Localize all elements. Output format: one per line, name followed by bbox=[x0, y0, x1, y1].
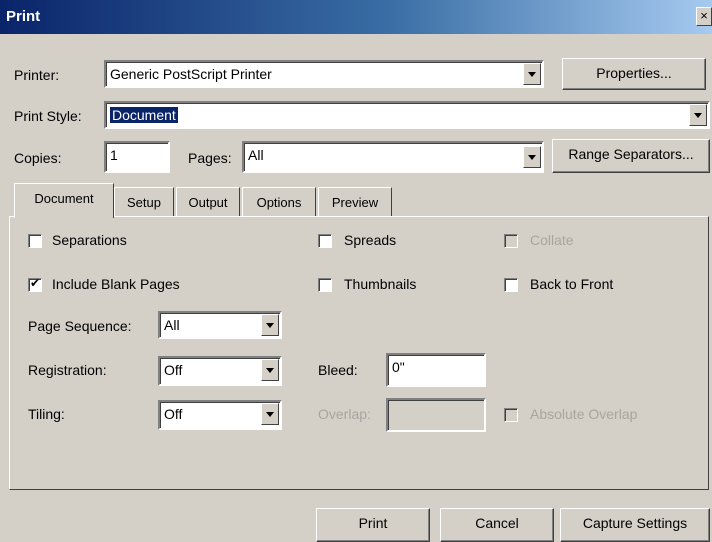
print-style-select[interactable]: Document bbox=[104, 101, 710, 129]
absolute-overlap-label: Absolute Overlap bbox=[530, 406, 638, 422]
cancel-button[interactable]: Cancel bbox=[440, 508, 554, 542]
document-tab-panel bbox=[9, 216, 709, 490]
print-dialog: Print × Printer: Generic PostScript Prin… bbox=[0, 0, 712, 542]
collate-checkbox bbox=[504, 234, 518, 248]
tab-output[interactable]: Output bbox=[176, 187, 240, 217]
page-sequence-value: All bbox=[164, 317, 180, 333]
properties-button[interactable]: Properties... bbox=[562, 58, 706, 90]
pages-label: Pages: bbox=[188, 150, 232, 166]
registration-value: Off bbox=[164, 362, 183, 378]
bleed-label: Bleed: bbox=[318, 362, 358, 378]
copies-label: Copies: bbox=[14, 150, 62, 166]
back-to-front-label: Back to Front bbox=[530, 276, 614, 292]
tab-document[interactable]: Document bbox=[14, 183, 114, 218]
chevron-down-icon[interactable] bbox=[523, 146, 541, 168]
thumbnails-label: Thumbnails bbox=[344, 276, 417, 292]
collate-label: Collate bbox=[530, 232, 574, 248]
include-blank-pages-checkbox[interactable] bbox=[28, 276, 42, 292]
thumbnails-checkbox[interactable] bbox=[318, 278, 332, 292]
print-button[interactable]: Print bbox=[316, 508, 430, 542]
absolute-overlap-checkbox bbox=[504, 408, 518, 422]
tiling-select[interactable]: Off bbox=[158, 400, 282, 430]
tiling-value: Off bbox=[164, 406, 183, 422]
overlap-input bbox=[386, 398, 486, 432]
bleed-input[interactable]: 0" bbox=[386, 353, 486, 387]
tab-setup[interactable]: Setup bbox=[114, 187, 174, 217]
back-to-front-checkbox[interactable] bbox=[504, 278, 518, 292]
copies-input[interactable]: 1 bbox=[104, 141, 170, 173]
chevron-down-icon[interactable] bbox=[261, 359, 279, 381]
capture-settings-button[interactable]: Capture Settings bbox=[560, 508, 710, 542]
copies-value: 1 bbox=[110, 147, 118, 163]
tab-options[interactable]: Options bbox=[242, 187, 316, 217]
pages-select[interactable]: All bbox=[242, 141, 544, 173]
title-bar[interactable]: Print × bbox=[0, 0, 712, 34]
separations-label: Separations bbox=[52, 232, 127, 248]
chevron-down-icon[interactable] bbox=[523, 63, 541, 85]
tiling-label: Tiling: bbox=[28, 406, 65, 422]
registration-select[interactable]: Off bbox=[158, 356, 282, 386]
chevron-down-icon[interactable] bbox=[689, 104, 707, 126]
window-title: Print bbox=[6, 8, 41, 25]
page-sequence-label: Page Sequence: bbox=[28, 318, 132, 334]
chevron-down-icon[interactable] bbox=[261, 403, 279, 425]
close-button[interactable]: × bbox=[696, 7, 712, 26]
spreads-label: Spreads bbox=[344, 232, 397, 248]
registration-label: Registration: bbox=[28, 362, 107, 378]
print-style-value: Document bbox=[110, 107, 178, 123]
chevron-down-icon[interactable] bbox=[261, 314, 279, 336]
printer-value: Generic PostScript Printer bbox=[110, 66, 272, 82]
separations-checkbox[interactable] bbox=[28, 234, 42, 248]
bleed-value: 0" bbox=[392, 359, 405, 375]
page-sequence-select[interactable]: All bbox=[158, 311, 282, 339]
pages-value: All bbox=[248, 147, 264, 163]
tab-preview[interactable]: Preview bbox=[318, 187, 392, 217]
print-style-label: Print Style: bbox=[14, 108, 82, 124]
printer-label: Printer: bbox=[14, 67, 60, 83]
close-icon: × bbox=[700, 8, 708, 23]
printer-select[interactable]: Generic PostScript Printer bbox=[104, 60, 544, 88]
range-separators-button[interactable]: Range Separators... bbox=[552, 139, 710, 173]
spreads-checkbox[interactable] bbox=[318, 234, 332, 248]
include-blank-pages-label: Include Blank Pages bbox=[52, 276, 180, 292]
overlap-label: Overlap: bbox=[318, 406, 371, 422]
